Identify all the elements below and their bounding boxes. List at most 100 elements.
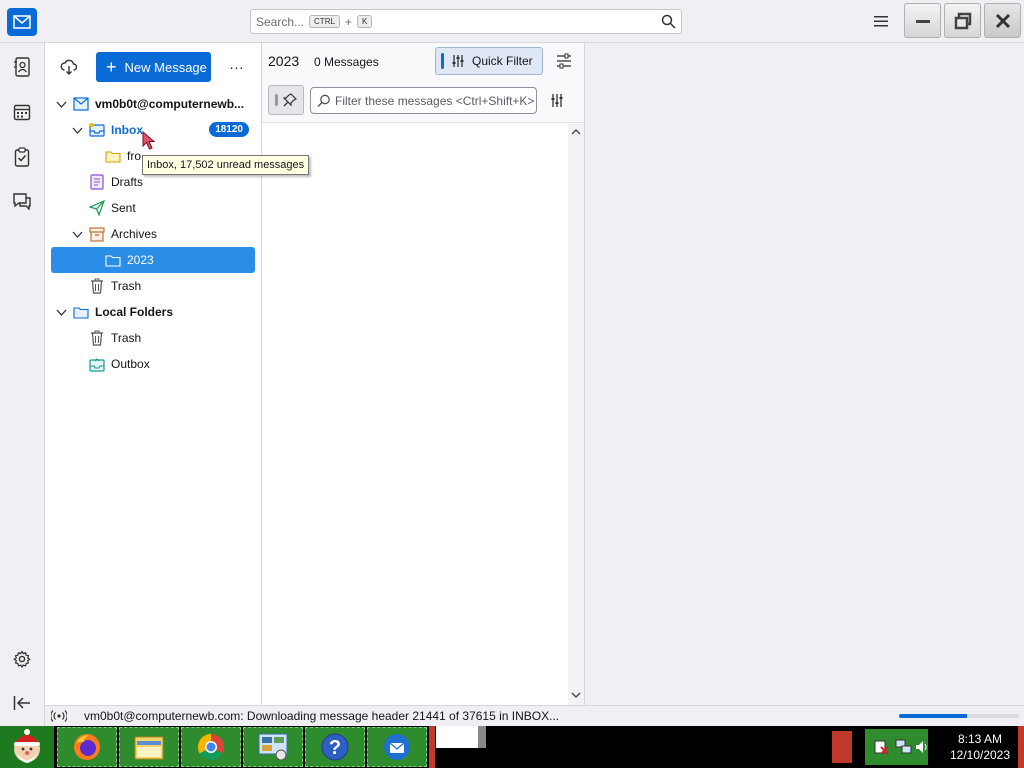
taskbar-file-explorer[interactable] bbox=[119, 727, 179, 767]
taskbar-thunderbird[interactable] bbox=[367, 727, 427, 767]
account-name: vm0b0t@computernewb... bbox=[95, 97, 245, 111]
taskbar-control-panel[interactable] bbox=[243, 727, 303, 767]
folder-row-archives[interactable]: Archives bbox=[51, 221, 255, 247]
account-mail-icon bbox=[73, 96, 89, 112]
message-list-header: 2023 0 Messages Quick Filter bbox=[262, 43, 584, 79]
close-button[interactable] bbox=[984, 3, 1021, 38]
taskbar-clock[interactable]: 8:13 AM 12/10/2023 bbox=[940, 731, 1020, 763]
gear-icon bbox=[13, 650, 31, 668]
chevron-down-icon[interactable] bbox=[55, 306, 67, 318]
pin-icon bbox=[283, 93, 297, 107]
subfolder-label: fro bbox=[127, 149, 142, 163]
restore-button[interactable] bbox=[944, 3, 981, 38]
clock-time: 8:13 AM bbox=[957, 732, 1003, 746]
collapse-left-icon bbox=[13, 696, 30, 710]
chat-button[interactable] bbox=[11, 190, 33, 212]
taskbar: ? 8:13 AM 12/10/2023 bbox=[0, 726, 1024, 768]
download-progress-bar bbox=[899, 714, 1019, 718]
new-message-button[interactable]: + New Message bbox=[96, 52, 211, 82]
folder-icon bbox=[105, 148, 121, 164]
folder-2023-label: 2023 bbox=[127, 253, 154, 267]
minimize-button[interactable] bbox=[904, 3, 941, 38]
status-text: vm0b0t@computernewb.com: Downloading mes… bbox=[84, 709, 560, 723]
filter-sliders-icon bbox=[452, 55, 464, 67]
sent-icon bbox=[89, 200, 105, 216]
taskbar-blank-button[interactable] bbox=[436, 726, 478, 748]
calendar-button[interactable] bbox=[11, 101, 33, 123]
chrome-icon bbox=[197, 733, 224, 761]
message-reading-pane bbox=[585, 43, 1024, 705]
quick-filter-button[interactable]: Quick Filter bbox=[435, 47, 543, 75]
folder-row-sent[interactable]: Sent bbox=[51, 195, 255, 221]
search-icon[interactable] bbox=[661, 14, 676, 29]
inbox-icon bbox=[89, 122, 105, 138]
search-placeholder: Search... bbox=[256, 14, 305, 29]
thunderbird-icon bbox=[384, 734, 410, 760]
local-folders-label: Local Folders bbox=[95, 305, 174, 319]
sticky-filter-button[interactable] bbox=[268, 85, 304, 115]
tasks-button[interactable] bbox=[11, 146, 33, 168]
scroll-down-icon[interactable] bbox=[571, 690, 581, 700]
message-list-scrollbar[interactable] bbox=[568, 124, 584, 705]
tasks-icon bbox=[14, 147, 30, 167]
scroll-up-icon[interactable] bbox=[571, 127, 581, 137]
trash-icon bbox=[89, 330, 105, 346]
mail-icon bbox=[13, 15, 31, 29]
app-menu-button[interactable] bbox=[870, 11, 892, 31]
folder-row-account[interactable]: vm0b0t@computernewb... bbox=[51, 91, 255, 117]
list-display-options-icon[interactable] bbox=[556, 53, 572, 69]
restore-icon bbox=[954, 12, 971, 29]
current-folder-name: 2023 bbox=[268, 53, 300, 69]
network-icon[interactable] bbox=[895, 738, 913, 756]
kbd-plus: + bbox=[344, 14, 352, 29]
folder-row-local-folders[interactable]: Local Folders bbox=[51, 299, 255, 325]
folder-row-2023[interactable]: 2023 bbox=[51, 247, 255, 273]
drafts-icon bbox=[89, 174, 105, 190]
folder-row-trash[interactable]: Trash bbox=[51, 273, 255, 299]
message-list-pane: 2023 0 Messages Quick Filter Filter thes… bbox=[262, 43, 585, 705]
unread-count-badge: 18120 bbox=[209, 122, 249, 137]
inbox-label: Inbox bbox=[111, 123, 143, 137]
kbd-ctrl: CTRL bbox=[309, 15, 340, 28]
start-button[interactable] bbox=[0, 726, 54, 768]
chevron-down-icon[interactable] bbox=[71, 124, 83, 136]
quick-filter-bar: Filter these messages <Ctrl+Shift+K> bbox=[262, 79, 584, 123]
address-book-button[interactable] bbox=[11, 56, 33, 78]
volume-icon[interactable] bbox=[915, 740, 927, 754]
outbox-label: Outbox bbox=[111, 357, 150, 371]
inbox-tooltip: Inbox, 17,502 unread messages bbox=[142, 155, 310, 175]
chevron-down-icon[interactable] bbox=[55, 98, 67, 110]
outbox-icon bbox=[89, 356, 105, 372]
folder-row-local-trash[interactable]: Trash bbox=[51, 325, 255, 351]
toggle-indicator bbox=[441, 53, 444, 69]
collapse-spaces-button[interactable] bbox=[11, 692, 33, 714]
folder-pane-header: + New Message ... bbox=[45, 43, 261, 93]
taskbar-chrome[interactable] bbox=[181, 727, 241, 767]
taskbar-firefox[interactable] bbox=[57, 727, 117, 767]
search-icon bbox=[317, 94, 330, 107]
online-status-icon[interactable] bbox=[51, 709, 67, 723]
chevron-down-icon[interactable] bbox=[71, 228, 83, 240]
show-desktop-edge[interactable] bbox=[1018, 726, 1024, 768]
folder-pane-more-button[interactable]: ... bbox=[228, 56, 246, 76]
settings-button[interactable] bbox=[11, 648, 33, 670]
filter-options-icon[interactable] bbox=[549, 93, 565, 109]
filter-placeholder: Filter these messages <Ctrl+Shift+K> bbox=[335, 93, 535, 108]
sent-label: Sent bbox=[111, 201, 136, 215]
title-toolbar: Search... CTRL + K bbox=[0, 0, 1024, 43]
calendar-icon bbox=[13, 104, 31, 121]
global-search-input[interactable]: Search... CTRL + K bbox=[250, 9, 682, 34]
get-messages-button[interactable] bbox=[59, 57, 79, 77]
status-bar: vm0b0t@computernewb.com: Downloading mes… bbox=[45, 705, 1024, 726]
taskbar-help[interactable]: ? bbox=[305, 727, 365, 767]
taskbar-scroll-handle[interactable] bbox=[478, 726, 486, 748]
network-error-icon[interactable] bbox=[873, 739, 889, 755]
tray-edge bbox=[832, 731, 852, 763]
help-icon: ? bbox=[321, 733, 349, 761]
file-explorer-icon bbox=[134, 736, 164, 760]
filter-messages-input[interactable]: Filter these messages <Ctrl+Shift+K> bbox=[310, 87, 537, 114]
control-panel-icon bbox=[258, 733, 288, 761]
address-book-icon bbox=[14, 57, 30, 77]
mail-space-button[interactable] bbox=[7, 8, 37, 36]
folder-row-outbox[interactable]: Outbox bbox=[51, 351, 255, 377]
